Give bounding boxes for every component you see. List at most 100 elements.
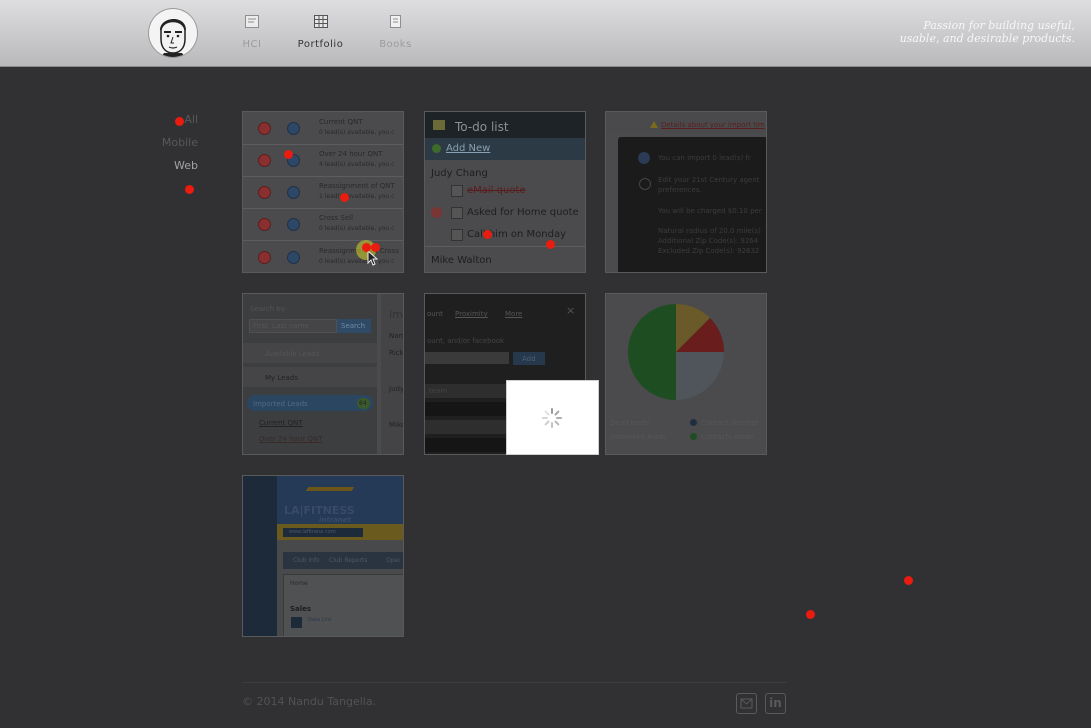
todo-checkbox[interactable]	[451, 207, 463, 219]
dialog-hint: ount, and/or facebook	[427, 337, 505, 345]
side-name: Judy	[389, 385, 404, 393]
queue-row-title: Reassignment of QNT	[319, 182, 395, 190]
face-icon	[159, 18, 187, 57]
remove-icon[interactable]	[431, 207, 442, 218]
queue-row-sub: 0 lead(s) available, you c	[319, 225, 395, 232]
import-line: Excluded Zip Code(s): 92632	[658, 247, 760, 255]
portfolio-tile-todo-list[interactable]: To-do list Add New Judy Chang eMail quot…	[424, 111, 586, 273]
avatar[interactable]	[149, 9, 197, 57]
click-marker-dot	[340, 193, 349, 202]
lafitness-tab[interactable]: Oper	[386, 557, 401, 564]
close-icon[interactable]: ×	[566, 304, 575, 317]
queue-row-sub: 0 lead(s) available, you c	[319, 258, 395, 265]
todo-add-new[interactable]: Add New	[446, 143, 490, 154]
import-line: You can import 0 lead(s) fr	[658, 154, 751, 162]
status-circle	[258, 218, 271, 231]
portfolio-tile-import-dialog[interactable]: Details about your import tim You can im…	[605, 111, 767, 273]
lafitness-tab[interactable]: Club Reports	[329, 557, 367, 564]
loading-overlay	[506, 380, 599, 455]
click-marker-dot	[806, 610, 815, 619]
linkedin-icon[interactable]: in	[765, 693, 786, 714]
legend-label: Contacts made	[701, 433, 754, 441]
site-header: HCI Portfolio Books Passion for building…	[0, 0, 1091, 67]
legend-swatch	[690, 419, 697, 426]
filter-all[interactable]: All	[150, 113, 198, 126]
import-line: preferences.	[658, 186, 702, 194]
legend-swatch	[690, 433, 697, 440]
portfolio-filter: All Mobile Web	[150, 113, 198, 182]
tagline-line-2: usable, and desirable products.	[899, 32, 1075, 45]
nav-books-label: Books	[379, 39, 412, 50]
logo-swoosh	[305, 487, 355, 491]
status-circle	[258, 154, 271, 167]
nav-portfolio[interactable]: Portfolio	[296, 15, 345, 51]
search-input-placeholder: First, Last name	[253, 322, 309, 330]
search-button: Search	[341, 322, 366, 330]
portfolio-tile-lead-search[interactable]: Search by: First, Last name Search Avail…	[242, 293, 404, 455]
status-circle	[287, 218, 300, 231]
grid-icon	[313, 15, 328, 28]
import-line: Edit your 21st Century agent	[658, 176, 760, 184]
lafitness-tab[interactable]: Club Info	[293, 557, 320, 564]
queue-row-title: Cross Sell	[319, 214, 354, 222]
todo-item: Call him on Monday	[467, 229, 566, 240]
nav-hci[interactable]: HCI	[240, 15, 264, 51]
side-col: Nam	[389, 332, 404, 340]
dialog-tab[interactable]: ount	[427, 310, 443, 318]
menu-over-24-qnt[interactable]: Over 24 hour QNT	[259, 435, 322, 443]
menu-my-leads[interactable]: My Leads	[265, 374, 298, 382]
tagline: Passion for building useful, usable, and…	[835, 19, 1075, 45]
status-circle	[258, 251, 271, 264]
book-icon	[390, 15, 401, 28]
click-marker-dot	[185, 185, 194, 194]
side-header: Im	[389, 308, 403, 321]
dialog-input[interactable]	[425, 352, 509, 364]
dialog-tab[interactable]: More	[505, 310, 522, 318]
status-circle	[258, 122, 271, 135]
menu-imported-leads[interactable]: Imported Leads	[253, 400, 308, 408]
status-circle	[258, 186, 271, 199]
plus-icon	[432, 144, 441, 153]
copyright: © 2014 Nandu Tangella.	[242, 695, 377, 708]
nav-books[interactable]: Books	[378, 15, 413, 51]
legend-label: Unworked leads	[610, 433, 666, 441]
legend-label: Contact attempt	[701, 419, 759, 427]
lafitness-sub: intranet	[319, 516, 351, 524]
click-marker-dot	[362, 243, 371, 252]
queue-row-title: Over 24 hour QNT	[319, 150, 383, 158]
lafitness-home: Home	[290, 580, 308, 587]
nav-portfolio-label: Portfolio	[297, 39, 344, 50]
todo-checkbox[interactable]	[451, 229, 463, 241]
import-line: You will be charged $0.10 per	[658, 207, 762, 215]
lafitness-link[interactable]: Data Link	[308, 617, 332, 623]
side-name: Mike	[389, 421, 404, 429]
note-icon	[433, 120, 445, 130]
portfolio-tile-pie-chart[interactable]: Dead leads Unworked leads Contact attemp…	[605, 293, 767, 455]
todo-item: Asked for Home quote	[467, 207, 579, 218]
mouse-cursor-icon	[367, 250, 379, 266]
todo-person: Mike Walton	[431, 255, 492, 266]
queue-row-sub: 0 lead(s) available, you c	[319, 129, 395, 136]
import-details-link[interactable]: Details about your import tim	[661, 121, 765, 129]
menu-current-qnt[interactable]: Current QNT	[259, 419, 303, 427]
status-circle	[287, 122, 300, 135]
warning-icon	[650, 121, 658, 128]
lafitness-search: www.lafitness.com	[289, 529, 336, 535]
filter-web[interactable]: Web	[150, 159, 198, 172]
click-marker-dot	[371, 243, 380, 252]
contact-icon[interactable]	[736, 693, 757, 714]
portfolio-tile-lafitness[interactable]: LA|FITNESS intranet www.lafitness.com Cl…	[242, 475, 404, 637]
menu-available-leads[interactable]: Available Leads	[265, 350, 319, 358]
filter-mobile[interactable]: Mobile	[150, 136, 198, 149]
count-badge: 64	[359, 400, 367, 407]
todo-title: To-do list	[455, 120, 509, 134]
dialog-tab[interactable]: Proximity	[455, 310, 488, 318]
legend-label: Dead leads	[610, 419, 650, 427]
dialog-add-button: Add	[522, 355, 536, 363]
todo-checkbox[interactable]	[451, 185, 463, 197]
search-label: Search by:	[250, 305, 287, 313]
queue-row-title: Current QNT	[319, 118, 363, 126]
queue-row-sub: 1 lead(s) available, you c	[319, 193, 395, 200]
dialog-row: team	[429, 387, 448, 395]
click-marker-dot	[284, 150, 293, 159]
